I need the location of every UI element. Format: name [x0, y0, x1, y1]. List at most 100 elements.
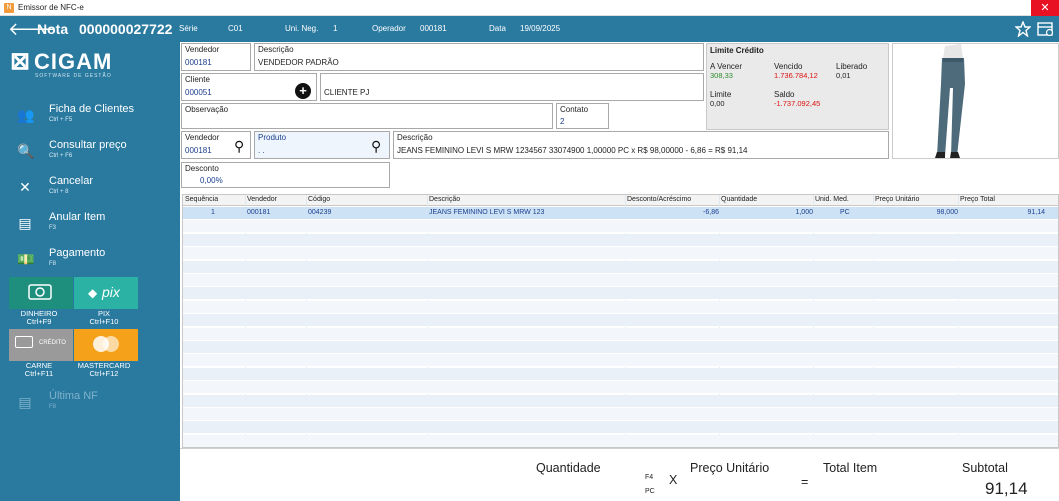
- sidebar-item-anular-item[interactable]: ▤ Anular Item F3: [0, 209, 180, 239]
- vendedor-field[interactable]: Vendedor 000181: [181, 43, 251, 71]
- table-cell: 91,14: [1027, 209, 1045, 216]
- produto-label: Produto: [258, 133, 287, 142]
- cancel-icon: ✕: [19, 179, 31, 195]
- table-row[interactable]: [183, 314, 1058, 328]
- column-header[interactable]: Desconto/Acréscimo: [627, 196, 691, 203]
- vencido-value: 1.736.784,12: [774, 71, 818, 80]
- dinheiro-button[interactable]: [9, 277, 73, 309]
- cliente-value: 000051: [185, 88, 212, 97]
- close-icon[interactable]: ✕: [1031, 0, 1059, 16]
- carne-badge: CRÉDITO: [39, 340, 66, 346]
- header-bar: 🡐 Nota 000000027722 Série C01 Uni. Neg. …: [0, 16, 1059, 42]
- produto-value[interactable]: . .: [258, 146, 265, 155]
- table-row[interactable]: [183, 300, 1058, 314]
- table-row[interactable]: [183, 260, 1058, 274]
- column-header[interactable]: Preço Unitário: [875, 196, 919, 203]
- carne-button[interactable]: CRÉDITO: [9, 329, 73, 361]
- f4-label: F4: [645, 474, 654, 481]
- pix-button[interactable]: ◆ pix: [74, 277, 138, 309]
- document-icon: ▤: [18, 394, 32, 410]
- table-row[interactable]: [183, 421, 1058, 435]
- cliente-label: Cliente: [185, 75, 210, 84]
- cliente-name-field: CLIENTE PJ: [320, 73, 704, 101]
- column-header[interactable]: Quantidade: [721, 196, 757, 203]
- table-row[interactable]: [183, 327, 1058, 341]
- data-value: 19/09/2025: [520, 24, 561, 33]
- table-row[interactable]: [183, 274, 1058, 287]
- items-table: Sequência Vendedor Código Descrição Desconto…: [182, 194, 1059, 448]
- sidebar-item-label: Cancelar: [49, 175, 94, 187]
- saldo-label: Saldo: [774, 90, 795, 99]
- table-row[interactable]: [183, 394, 1058, 408]
- calendar-icon[interactable]: [1037, 21, 1054, 37]
- sidebar-item-pagamento[interactable]: 💵 Pagamento F8: [0, 245, 180, 275]
- operador-label: Operador: [372, 24, 406, 33]
- column-header[interactable]: Unid. Med.: [815, 196, 849, 203]
- mastercard-label: MASTERCARD Ctrl+F12: [72, 362, 136, 378]
- table-row[interactable]: [183, 247, 1058, 261]
- carne-label: CARNE Ctrl+F11: [7, 362, 71, 378]
- mastercard-button[interactable]: [74, 329, 138, 361]
- produto-field[interactable]: Produto . . ⚲: [254, 131, 390, 159]
- sidebar-item-ultima-nf[interactable]: ▤ Última NF F8: [0, 388, 180, 418]
- table-row[interactable]: [183, 354, 1058, 368]
- sidebar-item-cancelar[interactable]: ✕ Cancelar Ctrl + 8: [0, 173, 180, 203]
- column-header[interactable]: Descrição: [429, 196, 460, 203]
- a-vencer-label: A Vencer: [710, 62, 743, 71]
- vendedor-label: Vendedor: [185, 45, 220, 54]
- add-client-icon[interactable]: +: [295, 83, 311, 99]
- operador-value: 000181: [420, 24, 447, 33]
- table-row[interactable]: [183, 220, 1058, 234]
- table-row[interactable]: [183, 434, 1058, 447]
- table-row[interactable]: [183, 381, 1058, 395]
- sidebar-item-label: Anular Item: [49, 211, 106, 223]
- table-cell: 000181: [247, 209, 271, 216]
- search-icon[interactable]: ⚲: [371, 138, 381, 155]
- settings-star-icon[interactable]: [1015, 21, 1031, 37]
- observacao-label: Observação: [185, 105, 229, 114]
- column-header[interactable]: Preço Total: [960, 196, 995, 203]
- totals-footer: Quantidade F4 PC X Preço Unitário = Tota…: [180, 448, 1059, 501]
- table-row[interactable]: [183, 341, 1058, 354]
- table-row[interactable]: [183, 408, 1058, 421]
- product-image: [892, 43, 1059, 159]
- sidebar-item-consultar-preco[interactable]: 🔍 Consultar preço Ctrl + F6: [0, 137, 180, 167]
- pix-shortcut: Ctrl+F10: [89, 317, 119, 326]
- sidebar-item-shortcut: F8: [49, 261, 57, 267]
- descricao2-label: Descrição: [397, 133, 433, 142]
- liberado-value: 0,01: [836, 71, 851, 80]
- sidebar-item-label: Ficha de Clientes: [49, 103, 134, 115]
- table-row[interactable]: [183, 233, 1058, 247]
- document-delete-icon: ▤: [18, 215, 32, 231]
- cliente-field[interactable]: Cliente 000051 +: [181, 73, 317, 101]
- search-icon[interactable]: ⚲: [234, 138, 244, 155]
- users-icon: 👥: [17, 107, 35, 123]
- vendedor-value: 000181: [185, 58, 212, 67]
- table-row[interactable]: [183, 367, 1058, 381]
- observacao-field[interactable]: Observação: [181, 103, 553, 129]
- logo-name: CIGAM: [34, 49, 113, 74]
- sidebar-item-ficha-clientes[interactable]: 👥 Ficha de Clientes Ctrl + F5: [0, 101, 180, 131]
- unineg-label: Uni. Neg.: [285, 24, 319, 33]
- column-header[interactable]: Sequência: [185, 196, 218, 203]
- serie-value: C01: [228, 24, 243, 33]
- contato-field[interactable]: Contato 2: [556, 103, 609, 129]
- a-vencer-value: 308,33: [710, 71, 733, 80]
- sidebar-item-shortcut: Ctrl + 8: [49, 189, 69, 195]
- carne-shortcut: Ctrl+F11: [24, 369, 54, 378]
- main-content: Vendedor 000181 Descrição VENDEDOR PADRÃ…: [180, 42, 1059, 501]
- desconto-value: 0,00%: [200, 176, 223, 185]
- table-cell: 1,000: [795, 209, 813, 216]
- limite-credito-panel: Limite Crédito A Vencer 308,33 Vencido 1…: [706, 43, 889, 130]
- table-row[interactable]: 1 000181 004239 JEANS FEMININO LEVI S MRW 1…: [183, 207, 1058, 220]
- column-header[interactable]: Código: [308, 196, 330, 203]
- sidebar-item-label: Última NF: [49, 390, 98, 402]
- multiply-sign: X: [669, 473, 678, 487]
- mastercard-shortcut: Ctrl+F12: [89, 369, 119, 378]
- column-header[interactable]: Vendedor: [247, 196, 277, 203]
- nota-label: Nota: [37, 21, 69, 37]
- vendedor2-field[interactable]: Vendedor 000181 ⚲: [181, 131, 251, 159]
- table-cell: 1: [211, 209, 215, 216]
- desconto-field[interactable]: Desconto 0,00%: [181, 162, 390, 188]
- table-row[interactable]: [183, 287, 1058, 301]
